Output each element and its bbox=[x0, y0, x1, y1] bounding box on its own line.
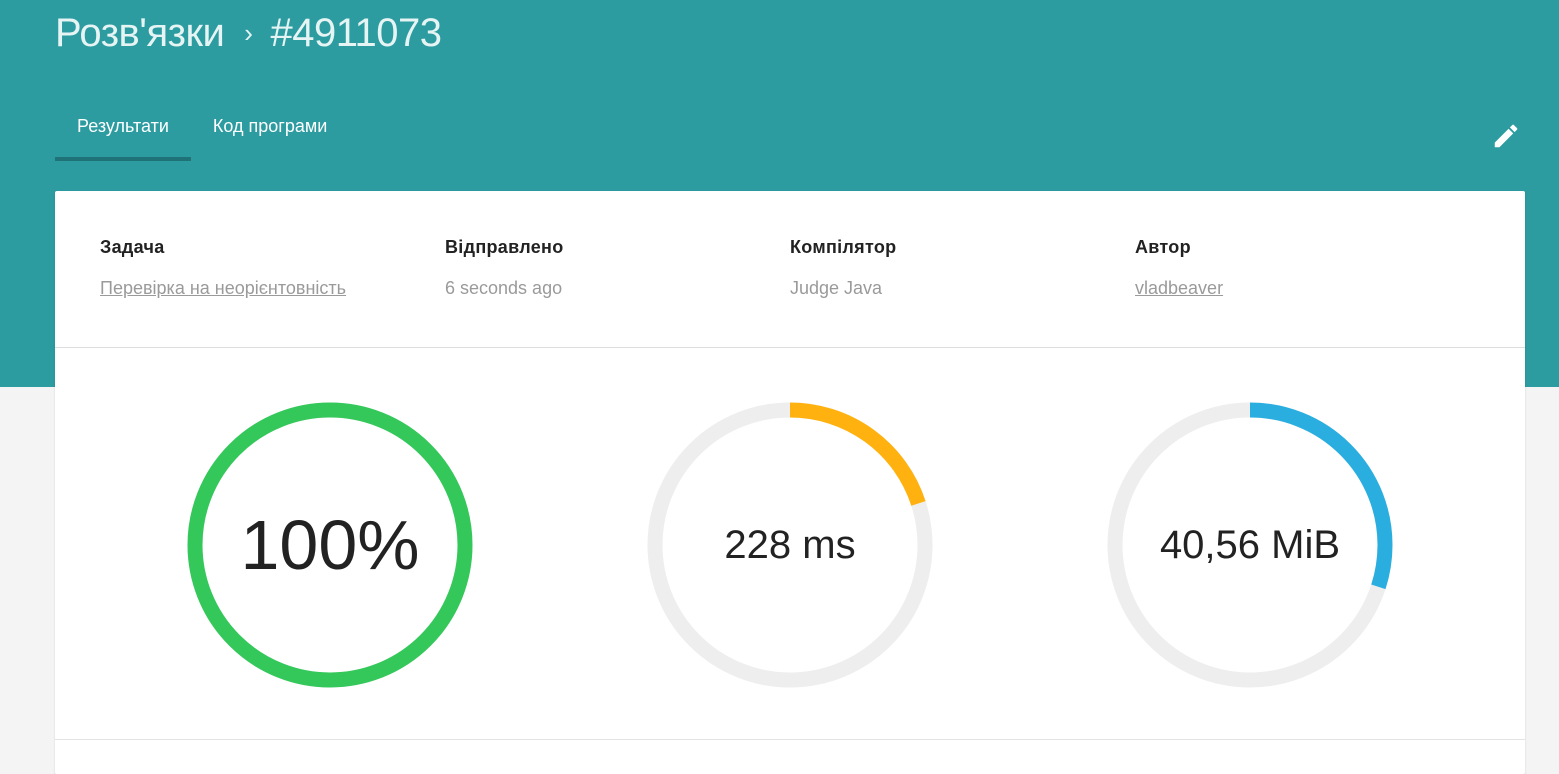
tab-program-code-label: Код програми bbox=[212, 116, 328, 136]
edit-button[interactable] bbox=[1488, 118, 1524, 154]
task-label: Задача bbox=[100, 237, 165, 257]
compiler-info: Компілятор Judge Java bbox=[790, 237, 896, 299]
task-link[interactable]: Перевірка на неорієнтовність bbox=[100, 278, 346, 299]
divider bbox=[55, 739, 1525, 740]
score-value: 100% bbox=[240, 506, 420, 584]
author-label: Автор bbox=[1135, 237, 1191, 257]
author-info: Автор vladbeaver bbox=[1135, 237, 1223, 299]
submission-card: Задача Перевірка на неорієнтовність Відп… bbox=[55, 191, 1525, 774]
sent-value: 6 seconds ago bbox=[445, 278, 563, 298]
breadcrumb-solutions-link[interactable]: Розв'язки bbox=[55, 11, 225, 56]
tab-program-code[interactable]: Код програми bbox=[191, 100, 349, 161]
pencil-icon bbox=[1494, 124, 1518, 148]
breadcrumb: Розв'язки › #4911073 bbox=[55, 10, 442, 56]
score-gauge: 100% bbox=[186, 401, 474, 689]
author-link[interactable]: vladbeaver bbox=[1135, 278, 1223, 299]
task-info: Задача Перевірка на неорієнтовність bbox=[100, 237, 346, 299]
sent-label: Відправлено bbox=[445, 237, 564, 257]
time-gauge: 228 ms bbox=[646, 401, 934, 689]
memory-value: 40,56 MiB bbox=[1159, 522, 1341, 567]
memory-gauge: 40,56 MiB bbox=[1106, 401, 1394, 689]
compiler-label: Компілятор bbox=[790, 237, 897, 257]
submission-info: Задача Перевірка на неорієнтовність Відп… bbox=[55, 191, 1525, 348]
sent-info: Відправлено 6 seconds ago bbox=[445, 237, 564, 299]
compiler-value: Judge Java bbox=[790, 278, 883, 298]
breadcrumb-current: #4911073 bbox=[270, 10, 442, 55]
tab-results-label: Результати bbox=[77, 116, 169, 136]
time-value: 228 ms bbox=[724, 522, 856, 567]
chevron-right-icon: › bbox=[244, 17, 253, 48]
tab-bar: Результати Код програми bbox=[55, 100, 349, 161]
tab-results[interactable]: Результати bbox=[55, 100, 191, 161]
